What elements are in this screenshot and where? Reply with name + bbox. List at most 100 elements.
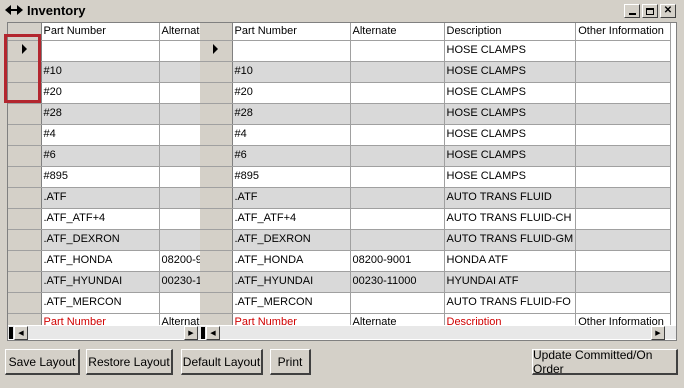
row-selector[interactable]	[8, 271, 42, 293]
right-grid-cell[interactable]: #28	[232, 103, 351, 125]
right-grid-cell[interactable]	[350, 292, 445, 314]
right-grid-cell[interactable]	[350, 229, 445, 251]
right-grid-cell[interactable]	[575, 250, 672, 272]
right-grid-cell[interactable]: #4	[232, 124, 351, 146]
right-column-header[interactable]: Description	[444, 23, 577, 41]
right-grid-cell[interactable]: AUTO TRANS FLUID-GM	[444, 229, 577, 251]
row-selector[interactable]	[200, 145, 233, 167]
table-row[interactable]: #6	[8, 145, 209, 167]
right-grid-cell[interactable]: AUTO TRANS FLUID-CH	[444, 208, 577, 230]
right-scroll-right-button[interactable]: ▶	[651, 326, 665, 340]
left-grid-cell[interactable]: #4	[41, 124, 160, 146]
row-selector[interactable]	[8, 103, 42, 125]
table-row[interactable]: #20	[8, 82, 209, 104]
right-grid-cell[interactable]: #20	[232, 82, 351, 104]
row-selector[interactable]	[8, 124, 42, 146]
row-selector[interactable]	[200, 187, 233, 209]
left-grid-cell[interactable]: #20	[41, 82, 160, 104]
right-grid-cell[interactable]: HOSE CLAMPS	[444, 166, 577, 188]
left-grid-cell[interactable]: .ATF	[41, 187, 160, 209]
table-row[interactable]: .ATF_HONDA 08200-9	[8, 250, 209, 272]
left-grid-cell[interactable]: .ATF_ATF+4	[41, 208, 160, 230]
right-grid-cell[interactable]: .ATF_HONDA	[232, 250, 351, 272]
left-grid-cell[interactable]: #895	[41, 166, 160, 188]
right-grid-cell[interactable]	[350, 208, 445, 230]
right-grid-cell[interactable]: .ATF_MERCON	[232, 292, 351, 314]
save-layout-button[interactable]: Save Layout	[5, 349, 80, 375]
row-selector[interactable]	[8, 61, 42, 83]
left-grid-cell[interactable]: .ATF_HONDA	[41, 250, 160, 272]
row-selector[interactable]	[200, 292, 233, 314]
left-scroll-thumb[interactable]	[9, 327, 13, 339]
row-selector[interactable]	[200, 271, 233, 293]
table-row[interactable]: HOSE CLAMPS	[200, 40, 672, 62]
right-grid-cell[interactable]: HOSE CLAMPS	[444, 103, 577, 125]
minimize-button[interactable]	[624, 4, 640, 18]
row-selector[interactable]	[8, 250, 42, 272]
right-grid-cell[interactable]	[575, 187, 672, 209]
table-row[interactable]: .ATF_HYUNDAI 00230-11000 HYUNDAI ATF	[200, 271, 672, 293]
row-selector[interactable]	[8, 166, 42, 188]
update-committed-button[interactable]: Update Committed/On Order	[532, 348, 678, 376]
left-grid-cell[interactable]: .ATF_DEXRON	[41, 229, 160, 251]
right-grid-cell[interactable]: AUTO TRANS FLUID	[444, 187, 577, 209]
right-grid-cell[interactable]: 08200-9001	[350, 250, 445, 272]
right-grid-cell[interactable]	[350, 124, 445, 146]
left-column-header[interactable]: Part Number	[41, 23, 160, 41]
right-grid-cell[interactable]: 00230-11000	[350, 271, 445, 293]
right-grid-cell[interactable]: .ATF_ATF+4	[232, 208, 351, 230]
table-row[interactable]: .ATF_DEXRON AUTO TRANS FLUID-GM	[200, 229, 672, 251]
table-row[interactable]: #10 HOSE CLAMPS	[200, 61, 672, 83]
row-selector[interactable]	[200, 82, 233, 104]
table-row[interactable]	[8, 40, 209, 62]
right-grid-cell[interactable]: HOSE CLAMPS	[444, 124, 577, 146]
right-grid-cell[interactable]	[575, 145, 672, 167]
right-grid-cell[interactable]	[350, 40, 445, 62]
right-grid-cell[interactable]	[232, 40, 351, 62]
default-layout-button[interactable]: Default Layout	[181, 349, 263, 375]
right-column-header[interactable]: Other Information	[575, 23, 672, 41]
close-button[interactable]: ✕	[660, 4, 676, 18]
restore-layout-button[interactable]: Restore Layout	[86, 349, 173, 375]
right-grid-cell[interactable]	[350, 145, 445, 167]
left-grid-cell[interactable]: .ATF_MERCON	[41, 292, 160, 314]
row-selector[interactable]	[200, 166, 233, 188]
left-horizontal-scrollbar[interactable]: ◀ ▶	[8, 325, 200, 340]
left-grid-cell[interactable]: #10	[41, 61, 160, 83]
table-row[interactable]: #895 HOSE CLAMPS	[200, 166, 672, 188]
table-row[interactable]: #10	[8, 61, 209, 83]
right-grid-cell[interactable]: HOSE CLAMPS	[444, 145, 577, 167]
row-selector[interactable]	[8, 208, 42, 230]
right-grid-cell[interactable]: #10	[232, 61, 351, 83]
right-grid-cell[interactable]	[575, 61, 672, 83]
row-selector[interactable]	[8, 292, 42, 314]
right-grid-cell[interactable]: HOSE CLAMPS	[444, 40, 577, 62]
row-selector[interactable]	[8, 82, 42, 104]
right-grid-cell[interactable]: #6	[232, 145, 351, 167]
row-selector[interactable]	[8, 187, 42, 209]
right-grid-cell[interactable]	[575, 82, 672, 104]
right-grid-cell[interactable]: AUTO TRANS FLUID-FO	[444, 292, 577, 314]
table-row[interactable]: .ATF_HYUNDAI 00230-1	[8, 271, 209, 293]
right-grid-cell[interactable]	[350, 166, 445, 188]
row-selector[interactable]	[200, 61, 233, 83]
table-row[interactable]: .ATF_ATF+4 AUTO TRANS FLUID-CH	[200, 208, 672, 230]
right-grid-cell[interactable]	[575, 103, 672, 125]
right-grid-cell[interactable]	[575, 166, 672, 188]
right-grid-cell[interactable]	[575, 292, 672, 314]
right-grid-cell[interactable]	[575, 124, 672, 146]
right-grid-cell[interactable]: HOSE CLAMPS	[444, 82, 577, 104]
row-selector[interactable]	[200, 40, 233, 62]
right-grid-cell[interactable]: HONDA ATF	[444, 250, 577, 272]
table-row[interactable]: .ATF AUTO TRANS FLUID	[200, 187, 672, 209]
right-scroll-thumb[interactable]	[201, 327, 205, 339]
right-grid-cell[interactable]: HYUNDAI ATF	[444, 271, 577, 293]
right-grid-cell[interactable]	[575, 229, 672, 251]
right-column-header[interactable]: Part Number	[232, 23, 351, 41]
table-row[interactable]: .ATF_DEXRON	[8, 229, 209, 251]
row-selector[interactable]	[200, 208, 233, 230]
left-grid-cell[interactable]: #6	[41, 145, 160, 167]
row-selector[interactable]	[8, 145, 42, 167]
table-row[interactable]: #28	[8, 103, 209, 125]
left-grid-cell[interactable]: #28	[41, 103, 160, 125]
